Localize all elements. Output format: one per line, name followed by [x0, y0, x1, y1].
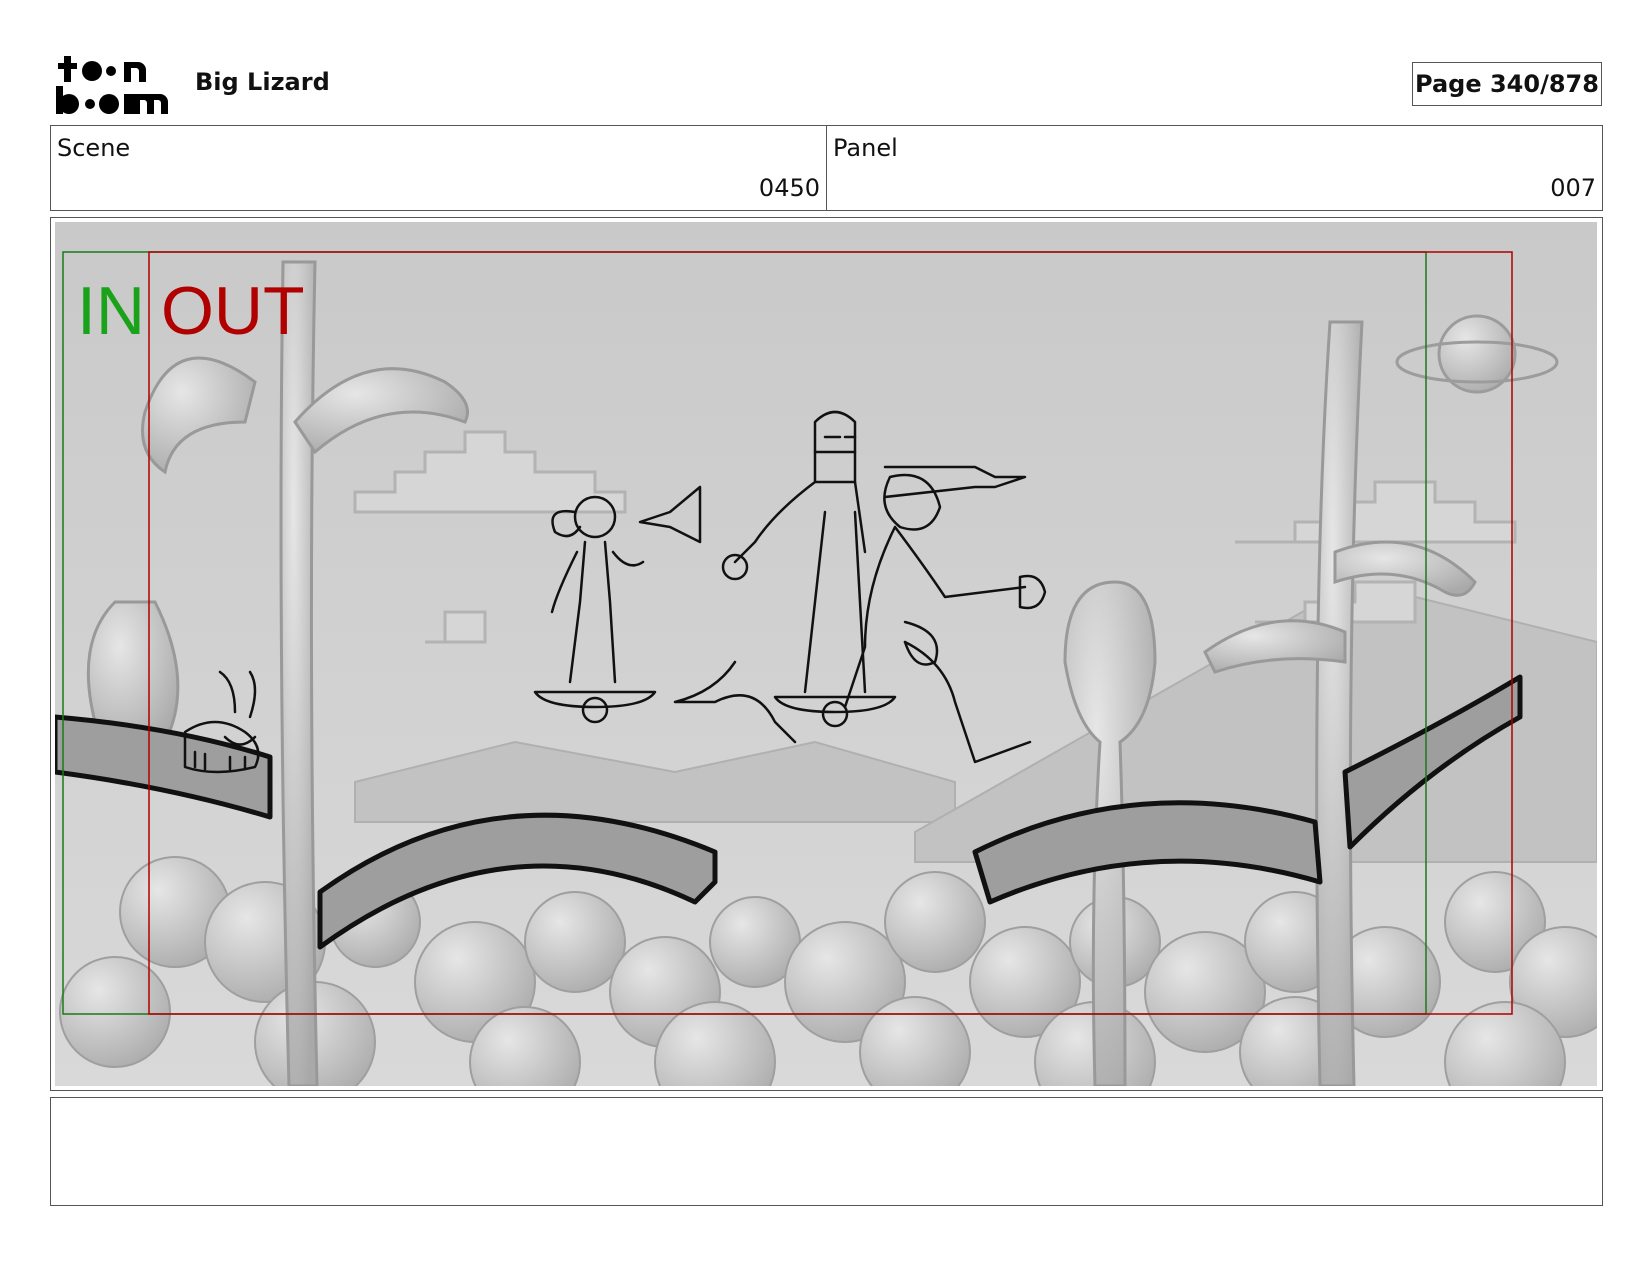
notes-box: [50, 1097, 1603, 1206]
page-number: Page 340/878: [1412, 62, 1602, 106]
scene-panel-info: Scene 0450 Panel 007: [50, 125, 1603, 211]
scene-cell: Scene 0450: [51, 126, 826, 210]
scene-number: 0450: [758, 174, 820, 202]
panel-drawing: IN OUT: [55, 222, 1597, 1086]
in-marker: IN: [77, 273, 145, 349]
project-title: Big Lizard: [195, 68, 330, 96]
out-marker: OUT: [161, 273, 305, 349]
panel-label: Panel: [833, 134, 898, 162]
storyboard-panel: IN OUT: [50, 217, 1603, 1091]
panel-number: 007: [1550, 174, 1596, 202]
panel-cell: Panel 007: [826, 126, 1602, 210]
toon-boom-logo: [54, 54, 170, 116]
scene-label: Scene: [57, 134, 131, 162]
